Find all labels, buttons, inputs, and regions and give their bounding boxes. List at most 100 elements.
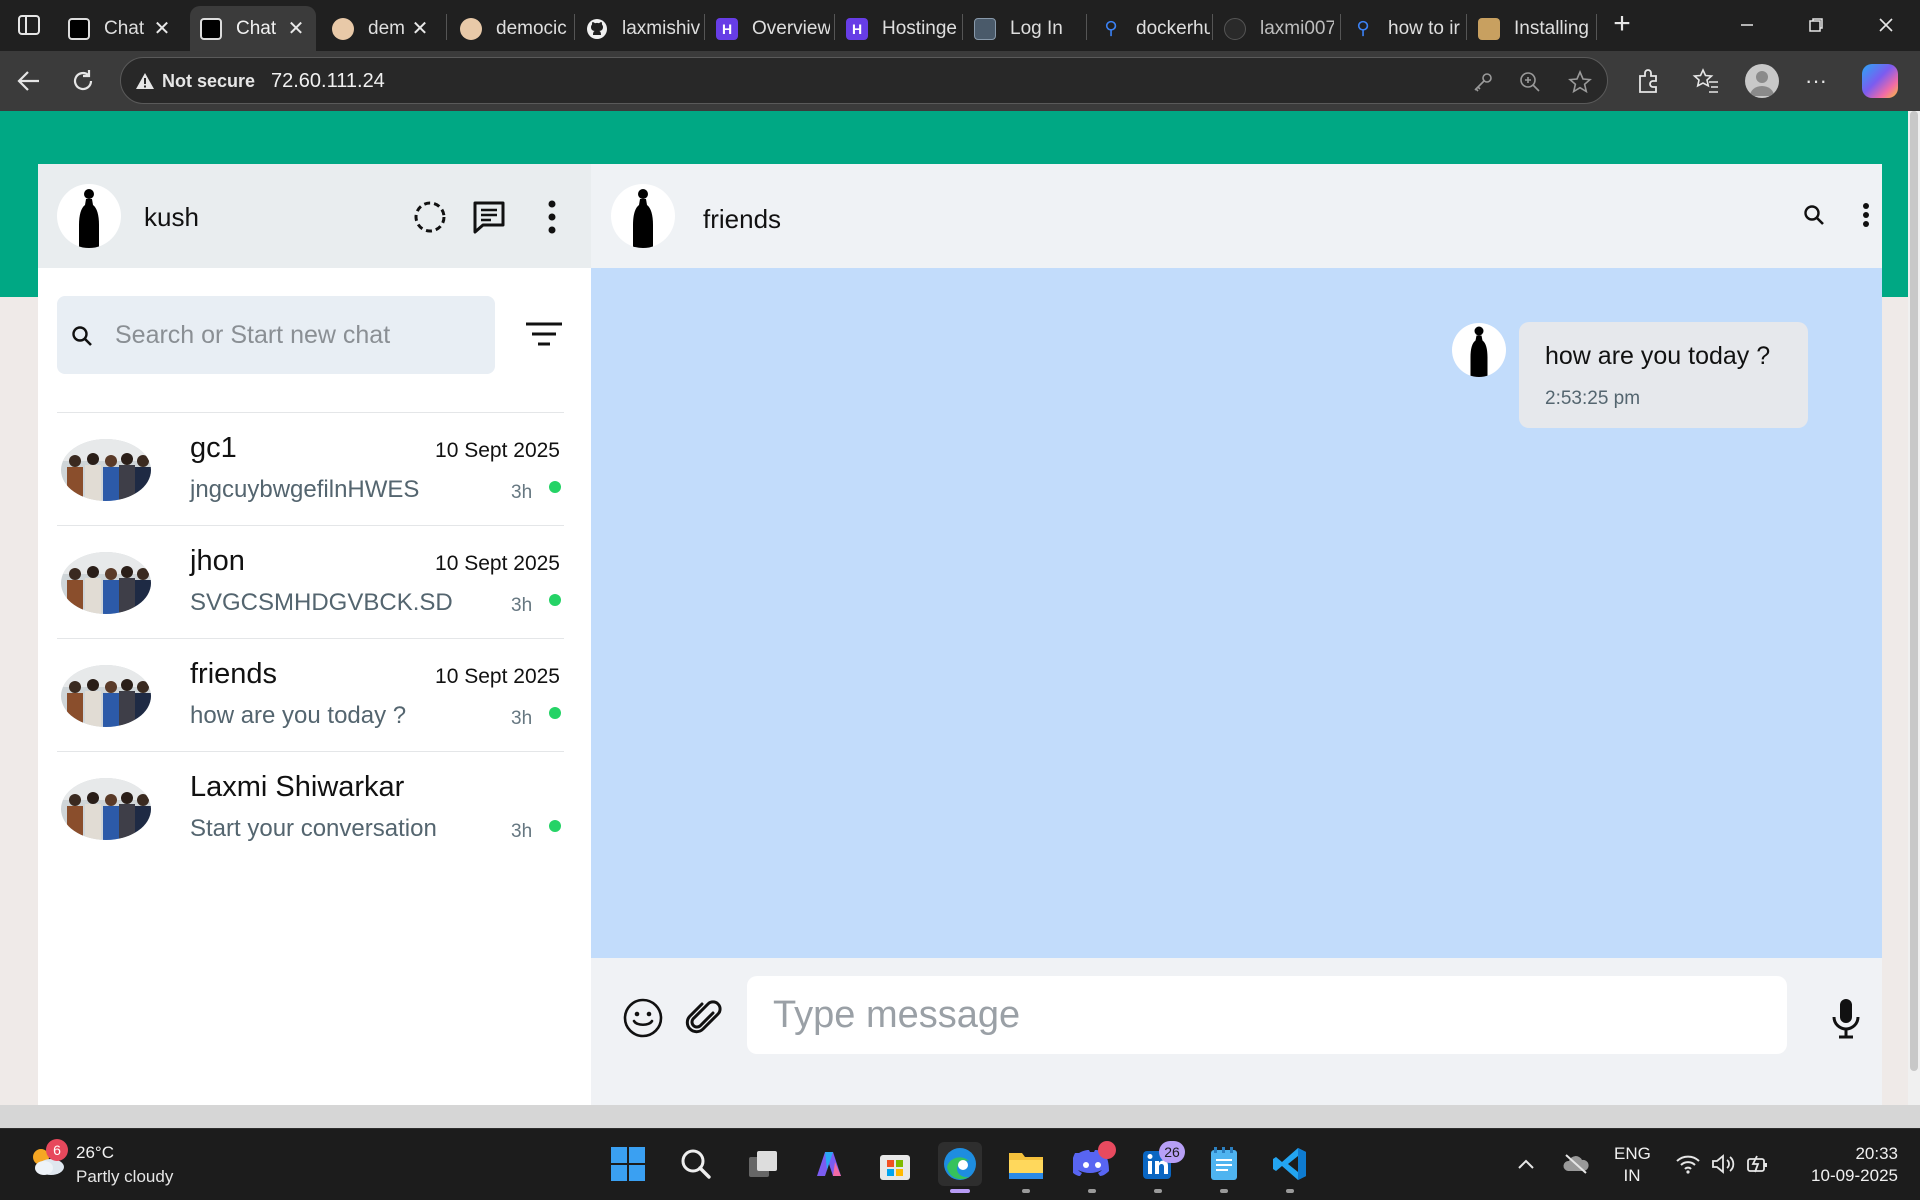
refresh-button[interactable] [66,64,100,98]
notepad-icon[interactable] [1202,1142,1246,1186]
address-bar[interactable]: Not secure 72.60.111.24 [120,57,1608,104]
tab-close-icon[interactable]: ✕ [410,16,430,41]
tab-divider [1466,14,1467,40]
browser-tab[interactable]: Chat ✕ [58,6,182,51]
my-avatar[interactable] [57,184,121,248]
microsoft-store-icon[interactable] [873,1142,917,1186]
chat-app-favicon-icon [68,17,90,40]
conversation-panel: friends how are you today ? 2:53:25 pm [591,164,1882,1105]
microphone-icon[interactable] [1824,996,1868,1040]
search-messages-icon[interactable] [1796,197,1832,233]
browser-tab[interactable]: democic [450,6,570,51]
attach-icon[interactable] [682,996,726,1040]
chat-list-item[interactable]: friends 10 Sept 2025 how are you today ?… [57,638,564,751]
emoji-icon[interactable] [621,996,665,1040]
chat-list-item[interactable]: gc1 10 Sept 2025 jngcuybwgefilnHWES 3h [57,412,564,525]
url-text[interactable]: 72.60.111.24 [271,70,385,93]
status-icon[interactable] [411,198,449,236]
message-composer [591,958,1882,1078]
file-explorer-icon[interactable] [1004,1142,1048,1186]
online-indicator [549,707,561,719]
message-bubble[interactable]: how are you today ? 2:53:25 pm [1519,322,1808,428]
chat-name: gc1 [190,432,237,464]
new-chat-icon[interactable] [470,198,508,236]
battery-charging-icon[interactable] [1743,1149,1773,1179]
wifi-icon[interactable] [1673,1149,1703,1179]
onedrive-offline-icon[interactable] [1561,1149,1591,1179]
vertical-scrollbar[interactable] [1908,111,1920,1105]
scrollbar-thumb[interactable] [1910,111,1918,1071]
favorite-star-icon[interactable] [1568,69,1592,94]
close-window-button[interactable] [1864,10,1908,40]
browser-tab[interactable]: laxmi007 [1214,6,1334,51]
volume-icon[interactable] [1708,1149,1738,1179]
weather-temperature[interactable]: 26°C [76,1143,114,1163]
browser-tab[interactable]: dem ✕ [322,6,440,51]
security-label[interactable]: Not secure [162,71,255,92]
hostinger-icon: H [846,17,868,40]
browser-tab[interactable]: Log In [964,6,1084,51]
browser-tab-strip: Chat ✕ Chat ✕ dem ✕ democic laxmishiv H … [0,0,1920,51]
copilot-icon[interactable] [1862,64,1898,98]
key-icon[interactable] [1471,70,1495,94]
online-indicator [549,594,561,606]
contact-avatar[interactable] [611,184,675,248]
browser-tab[interactable]: H Hostinge [836,6,960,51]
windows-start-icon[interactable] [606,1142,650,1186]
tab-divider [1340,14,1341,40]
browser-tab[interactable]: ⚲ dockerhu [1090,6,1210,51]
copilot-taskbar-icon[interactable] [807,1142,851,1186]
browser-tab[interactable]: Installing [1468,6,1596,51]
show-hidden-icons-icon[interactable] [1511,1149,1541,1179]
warning-icon[interactable] [135,72,155,90]
more-options-icon[interactable]: ··· [1800,65,1832,97]
favorites-icon[interactable] [1690,65,1722,97]
browser-tab[interactable]: H Overview [706,6,830,51]
language-code: ENG [1614,1144,1651,1163]
restore-button[interactable] [1794,10,1838,40]
minimize-button[interactable] [1725,10,1769,40]
discord-notification-badge [1098,1141,1116,1159]
chat-list-item[interactable]: jhon 10 Sept 2025 SVGCSMHDGVBCK.SD 3h [57,525,564,638]
message-time: 2:53:25 pm [1545,388,1641,409]
weather-description[interactable]: Partly cloudy [76,1167,173,1187]
profile-avatar[interactable] [1745,64,1779,98]
tab-divider [446,14,447,40]
message-text: how are you today ? [1545,342,1771,370]
tab-label: laxmi007 [1260,17,1334,39]
vscode-icon[interactable] [1268,1142,1312,1186]
taskbar-search-icon[interactable] [674,1142,718,1186]
tab-divider [834,14,835,40]
search-box[interactable] [57,296,495,374]
horizontal-scrollbar[interactable] [0,1105,1920,1128]
task-view-icon[interactable] [741,1142,785,1186]
browser-tab[interactable]: ⚲ how to ir [1342,6,1466,51]
message-area: how are you today ? 2:53:25 pm [591,268,1882,958]
conversation-header[interactable]: friends [591,164,1882,268]
conversation-menu-icon[interactable] [1848,197,1884,233]
new-tab-button[interactable]: + [1607,9,1637,40]
edge-browser-icon[interactable] [938,1142,982,1186]
sidebar-menu-icon[interactable] [533,198,571,236]
tab-close-icon[interactable]: ✕ [286,16,306,41]
search-input[interactable] [115,316,475,354]
system-clock[interactable]: 20:33 10-09-2025 [1811,1143,1898,1187]
login-page-icon [974,17,996,40]
tab-actions-icon[interactable] [16,12,42,38]
filter-icon[interactable] [524,314,564,354]
online-indicator [549,820,561,832]
message-input[interactable] [747,976,1787,1054]
tab-close-icon[interactable]: ✕ [152,16,172,41]
chat-list-item[interactable]: Laxmi Shiwarkar Start your conversation … [57,751,564,864]
zoom-icon[interactable] [1518,70,1542,94]
browser-tab-active[interactable]: Chat ✕ [190,6,316,51]
browser-toolbar: Not secure 72.60.111.24 ··· [0,51,1920,111]
back-button[interactable] [12,64,46,98]
browser-tab[interactable]: laxmishiv [576,6,700,51]
running-app-indicator [1220,1189,1228,1193]
input-language[interactable]: ENG IN [1614,1143,1651,1187]
weather-alert-badge: 6 [46,1139,68,1161]
chat-last-message: jngcuybwgefilnHWES [190,476,420,503]
tab-divider [962,14,963,40]
extensions-icon[interactable] [1632,65,1664,97]
